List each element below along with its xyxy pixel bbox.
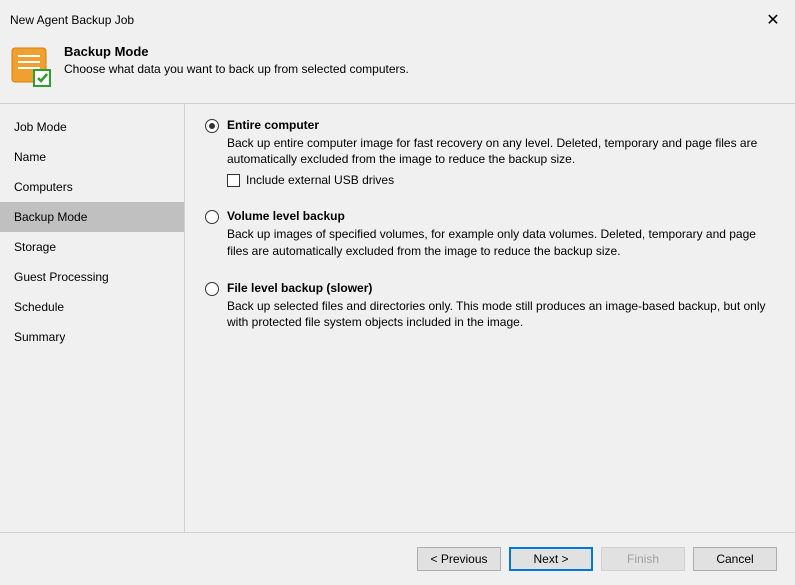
sidebar-item-label: Schedule (14, 300, 64, 314)
option-title: File level backup (slower) (227, 281, 775, 295)
sidebar-item-job-mode[interactable]: Job Mode (0, 112, 184, 142)
option-desc: Back up selected files and directories o… (227, 298, 775, 330)
sidebar-item-summary[interactable]: Summary (0, 322, 184, 352)
sidebar-item-name[interactable]: Name (0, 142, 184, 172)
sidebar-item-storage[interactable]: Storage (0, 232, 184, 262)
titlebar: New Agent Backup Job ✕ (0, 0, 795, 36)
button-label: Next > (533, 552, 568, 566)
finish-button: Finish (601, 547, 685, 571)
footer: < Previous Next > Finish Cancel (0, 532, 795, 585)
include-usb-row[interactable]: Include external USB drives (227, 173, 775, 187)
option-title: Volume level backup (227, 209, 775, 223)
backup-mode-icon (10, 44, 54, 91)
body: Job Mode Name Computers Backup Mode Stor… (0, 104, 795, 532)
option-file-level[interactable]: File level backup (slower) Back up selec… (205, 281, 775, 330)
sidebar-item-label: Summary (14, 330, 65, 344)
sidebar-item-label: Backup Mode (14, 210, 87, 224)
sidebar-item-label: Guest Processing (14, 270, 109, 284)
sidebar-item-backup-mode[interactable]: Backup Mode (0, 202, 184, 232)
sidebar-item-label: Job Mode (14, 120, 67, 134)
sidebar-item-schedule[interactable]: Schedule (0, 292, 184, 322)
option-title: Entire computer (227, 118, 775, 132)
sidebar-item-label: Storage (14, 240, 56, 254)
option-body: Volume level backup Back up images of sp… (227, 209, 775, 258)
page-title: Backup Mode (64, 44, 409, 59)
checkbox-include-usb[interactable] (227, 174, 240, 187)
checkbox-label: Include external USB drives (246, 173, 394, 187)
sidebar-item-computers[interactable]: Computers (0, 172, 184, 202)
sidebar-item-guest-processing[interactable]: Guest Processing (0, 262, 184, 292)
radio-entire-computer[interactable] (205, 119, 219, 133)
option-volume-level[interactable]: Volume level backup Back up images of sp… (205, 209, 775, 258)
button-label: Finish (627, 552, 659, 566)
page-subtitle: Choose what data you want to back up fro… (64, 62, 409, 76)
radio-volume-level[interactable] (205, 210, 219, 224)
previous-button[interactable]: < Previous (417, 547, 501, 571)
option-desc: Back up images of specified volumes, for… (227, 226, 775, 258)
header: Backup Mode Choose what data you want to… (0, 36, 795, 104)
option-body: Entire computer Back up entire computer … (227, 118, 775, 187)
button-label: < Previous (430, 552, 487, 566)
option-body: File level backup (slower) Back up selec… (227, 281, 775, 330)
header-text: Backup Mode Choose what data you want to… (64, 44, 409, 76)
cancel-button[interactable]: Cancel (693, 547, 777, 571)
button-label: Cancel (716, 552, 753, 566)
sidebar-item-label: Computers (14, 180, 73, 194)
close-icon[interactable]: ✕ (761, 8, 785, 32)
sidebar: Job Mode Name Computers Backup Mode Stor… (0, 104, 185, 532)
radio-file-level[interactable] (205, 282, 219, 296)
option-entire-computer[interactable]: Entire computer Back up entire computer … (205, 118, 775, 187)
next-button[interactable]: Next > (509, 547, 593, 571)
content: Entire computer Back up entire computer … (185, 104, 795, 532)
option-desc: Back up entire computer image for fast r… (227, 135, 775, 167)
sidebar-item-label: Name (14, 150, 46, 164)
window-title: New Agent Backup Job (10, 13, 134, 27)
